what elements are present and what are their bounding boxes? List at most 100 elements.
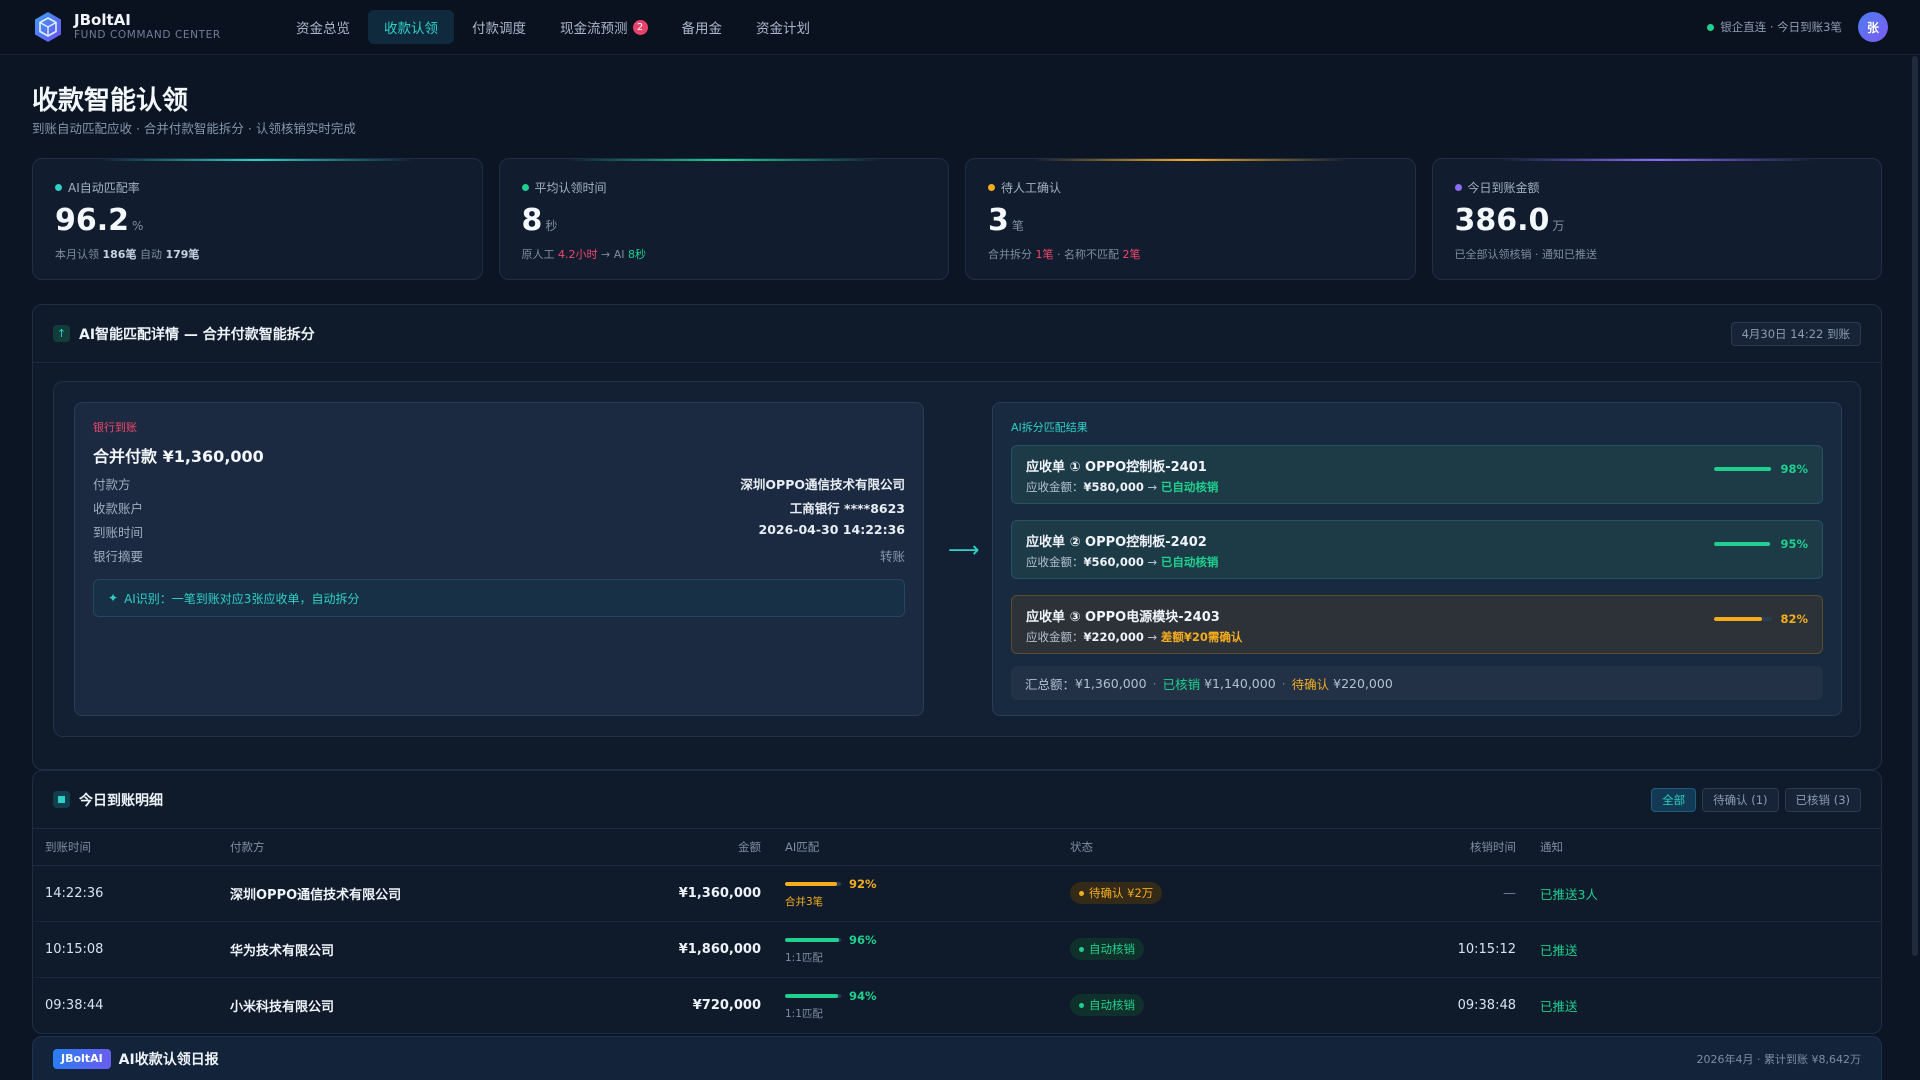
match-value: 96% <box>849 933 877 947</box>
brand-logo-icon <box>35 12 61 42</box>
cell-notify[interactable]: 已推送 <box>1528 921 1881 978</box>
daily-report-title: AI收款认领日报 <box>118 1051 219 1068</box>
confidence-fill <box>1714 617 1763 621</box>
nav-item-receipt-claim[interactable]: 收款认领 <box>368 10 454 44</box>
cell-status: 待确认 ¥2万 <box>1058 865 1353 922</box>
status-badge: 待确认 ¥2万 <box>1070 882 1163 904</box>
match-type: 合并3笔 <box>785 896 824 908</box>
match-fill <box>785 882 837 886</box>
col-header: 核销时间 <box>1353 829 1528 866</box>
cell-notify[interactable]: 已推送 <box>1528 977 1881 1033</box>
match-detail: 应收金额：¥220,000 → 差额¥20需确认 <box>1026 630 1243 644</box>
cell-ai-match: 92% 合并3笔 <box>773 865 1058 922</box>
daily-report-bar[interactable]: JBoltAI AI收款认领日报 2026年4月 · 累计到账 ¥8,642万 <box>32 1036 1882 1080</box>
cell-status: 自动核销 <box>1058 921 1353 978</box>
kpi-card-avg-time: 平均认领时间 8秒 原人工 4.2小时 → AI 8秒 <box>498 158 949 280</box>
sparkle-icon: ✦ <box>108 591 119 605</box>
confidence-value: 98% <box>1780 462 1808 476</box>
cell-notify[interactable]: 已推送3人 <box>1528 865 1881 922</box>
bank-arrival-tag: 银行到账 <box>93 421 137 434</box>
kpi-sub-part: 2笔 <box>1122 248 1141 261</box>
avatar[interactable]: 张 <box>1858 12 1888 42</box>
table-row[interactable]: 10:15:08 华为技术有限公司 ¥1,860,000 96% 1:1匹配 自… <box>33 921 1881 978</box>
match-title: 应收单 ① OPPO控制板-2401 <box>1026 460 1207 475</box>
result-tag: AI拆分匹配结果 <box>1011 421 1088 434</box>
notification-badge: 2 <box>632 19 648 35</box>
kpi-sub-part: 已全部认领核销 · 通知已推送 <box>1454 248 1598 261</box>
cell-time: 14:22:36 <box>33 865 218 922</box>
page-subtitle: 到账自动匹配应收 · 合并付款智能拆分 · 认领核销实时完成 <box>32 121 356 136</box>
kpi-dot-icon <box>55 184 62 191</box>
cell-payer: 华为技术有限公司 <box>218 921 588 978</box>
match-fill <box>785 938 839 942</box>
kpi-label: 平均认领时间 <box>534 181 607 195</box>
filter-pending[interactable]: 待确认 (1) <box>1702 787 1779 812</box>
bank-arrival-amount: 合并付款 ¥1,360,000 <box>93 447 264 466</box>
nav-item-payment-dispatch[interactable]: 付款调度 <box>456 10 542 44</box>
cell-amount: ¥1,860,000 <box>588 921 773 978</box>
table-row[interactable]: 14:22:36 深圳OPPO通信技术有限公司 ¥1,360,000 92% 合… <box>33 865 1881 922</box>
kpi-unit: 万 <box>1552 219 1565 233</box>
cell-ai-match: 94% 1:1匹配 <box>773 977 1058 1033</box>
arrival-table: 到账时间 付款方 金额 AI匹配 状态 核销时间 通知 14:22:36 深圳O… <box>33 829 1881 1033</box>
table-row[interactable]: 09:38:44 小米科技有限公司 ¥720,000 94% 1:1匹配 自动核… <box>33 977 1881 1033</box>
table-square-icon <box>53 791 70 808</box>
kpi-value: 386.0 <box>1454 203 1550 238</box>
receivable-match-item[interactable]: 应收单 ② OPPO控制板-2402 应收金额：¥560,000 → 已自动核销… <box>1011 520 1823 579</box>
status-badge: 自动核销 <box>1070 938 1144 960</box>
kpi-label: 今日到账金额 <box>1467 181 1540 195</box>
brand[interactable]: JBoltAI FUND COMMAND CENTER <box>32 11 280 43</box>
kpi-card-pending: 待人工确认 3笔 合并拆分 1笔 · 名称不匹配 2笔 <box>965 158 1416 280</box>
table-title: 今日到账明细 <box>79 792 163 809</box>
match-type: 1:1匹配 <box>785 952 823 964</box>
col-header: 金额 <box>588 829 773 866</box>
arrow-right-icon: ⟶ <box>948 538 980 563</box>
cell-ai-match: 96% 1:1匹配 <box>773 921 1058 978</box>
main-nav: 资金总览 收款认领 付款调度 现金流预测 2 备用金 资金计划 <box>280 10 828 44</box>
kpi-card-match-rate: AI自动匹配率 96.2% 本月认领 186笔 自动 179笔 <box>32 158 483 280</box>
kpi-sub-part: 自动 <box>136 248 166 261</box>
filter-done[interactable]: 已核销 (3) <box>1784 787 1861 812</box>
brand-subtitle: FUND COMMAND CENTER <box>74 29 221 41</box>
kpi-sub: 已全部认领核销 · 通知已推送 <box>1455 246 1860 262</box>
cell-done-time: — <box>1353 865 1528 922</box>
status-dot-icon <box>1707 23 1715 31</box>
nav-item-cashflow-forecast[interactable]: 现金流预测 2 <box>544 10 664 44</box>
kpi-sub-part: · 名称不匹配 <box>1053 248 1123 261</box>
jboltai-badge: JBoltAI <box>53 1048 111 1069</box>
page-title: 收款智能认领 <box>32 86 189 116</box>
bank-connection-status: 银企直连 · 今日到账3笔 <box>1707 19 1842 35</box>
panel-title: AI智能匹配详情 — 合并付款智能拆分 <box>79 326 315 343</box>
confidence-value: 82% <box>1780 612 1808 626</box>
match-title: 应收单 ③ OPPO电源模块-2403 <box>1026 610 1220 625</box>
kpi-card-today-amount: 今日到账金额 386.0 万 已全部认领核销 · 通知已推送 <box>1431 158 1882 280</box>
kpi-value: 3 <box>988 203 1009 238</box>
kpi-unit: 笔 <box>1011 219 1024 233</box>
confidence-bar: 95% <box>1714 537 1808 551</box>
match-fill <box>785 994 838 999</box>
match-title: 应收单 ② OPPO控制板-2402 <box>1026 535 1207 550</box>
receivable-match-item[interactable]: 应收单 ① OPPO控制板-2401 应收金额：¥580,000 → 已自动核销… <box>1011 445 1823 504</box>
status-badge: 自动核销 <box>1070 994 1144 1017</box>
kpi-sub-part: → AI <box>597 248 628 261</box>
nav-item-overview[interactable]: 资金总览 <box>280 10 366 44</box>
cell-amount: ¥720,000 <box>692 997 761 1013</box>
kpi-unit: 秒 <box>545 219 558 233</box>
confidence-bar: 82% <box>1714 612 1808 626</box>
cell-time: 10:15:08 <box>33 921 218 978</box>
col-header: 通知 <box>1528 829 1881 866</box>
kpi-sub-part: 原人工 <box>521 248 558 261</box>
kpi-label: 待人工确认 <box>1001 181 1062 195</box>
cell-time: 09:38:44 <box>45 997 104 1013</box>
cell-done-time: 10:15:12 <box>1353 921 1528 978</box>
summary-row: 汇总额： ¥1,360,000 · 已核销 ¥1,140,000 · 待确认 ¥… <box>1011 666 1823 700</box>
nav-item-fund-plan[interactable]: 资金计划 <box>740 10 826 44</box>
kpi-label: AI自动匹配率 <box>68 181 140 195</box>
filter-all[interactable]: 全部 <box>1651 787 1697 812</box>
page-scrollbar[interactable] <box>1912 56 1918 956</box>
col-header: 付款方 <box>218 829 588 866</box>
ai-split-result-card: AI拆分匹配结果 应收单 ① OPPO控制板-2401 应收金额：¥580,00… <box>992 402 1842 716</box>
cell-payer: 小米科技有限公司 <box>230 999 335 1015</box>
nav-item-petty-cash[interactable]: 备用金 <box>666 10 739 44</box>
receivable-match-item[interactable]: 应收单 ③ OPPO电源模块-2403 应收金额：¥220,000 → 差额¥2… <box>1011 595 1823 654</box>
